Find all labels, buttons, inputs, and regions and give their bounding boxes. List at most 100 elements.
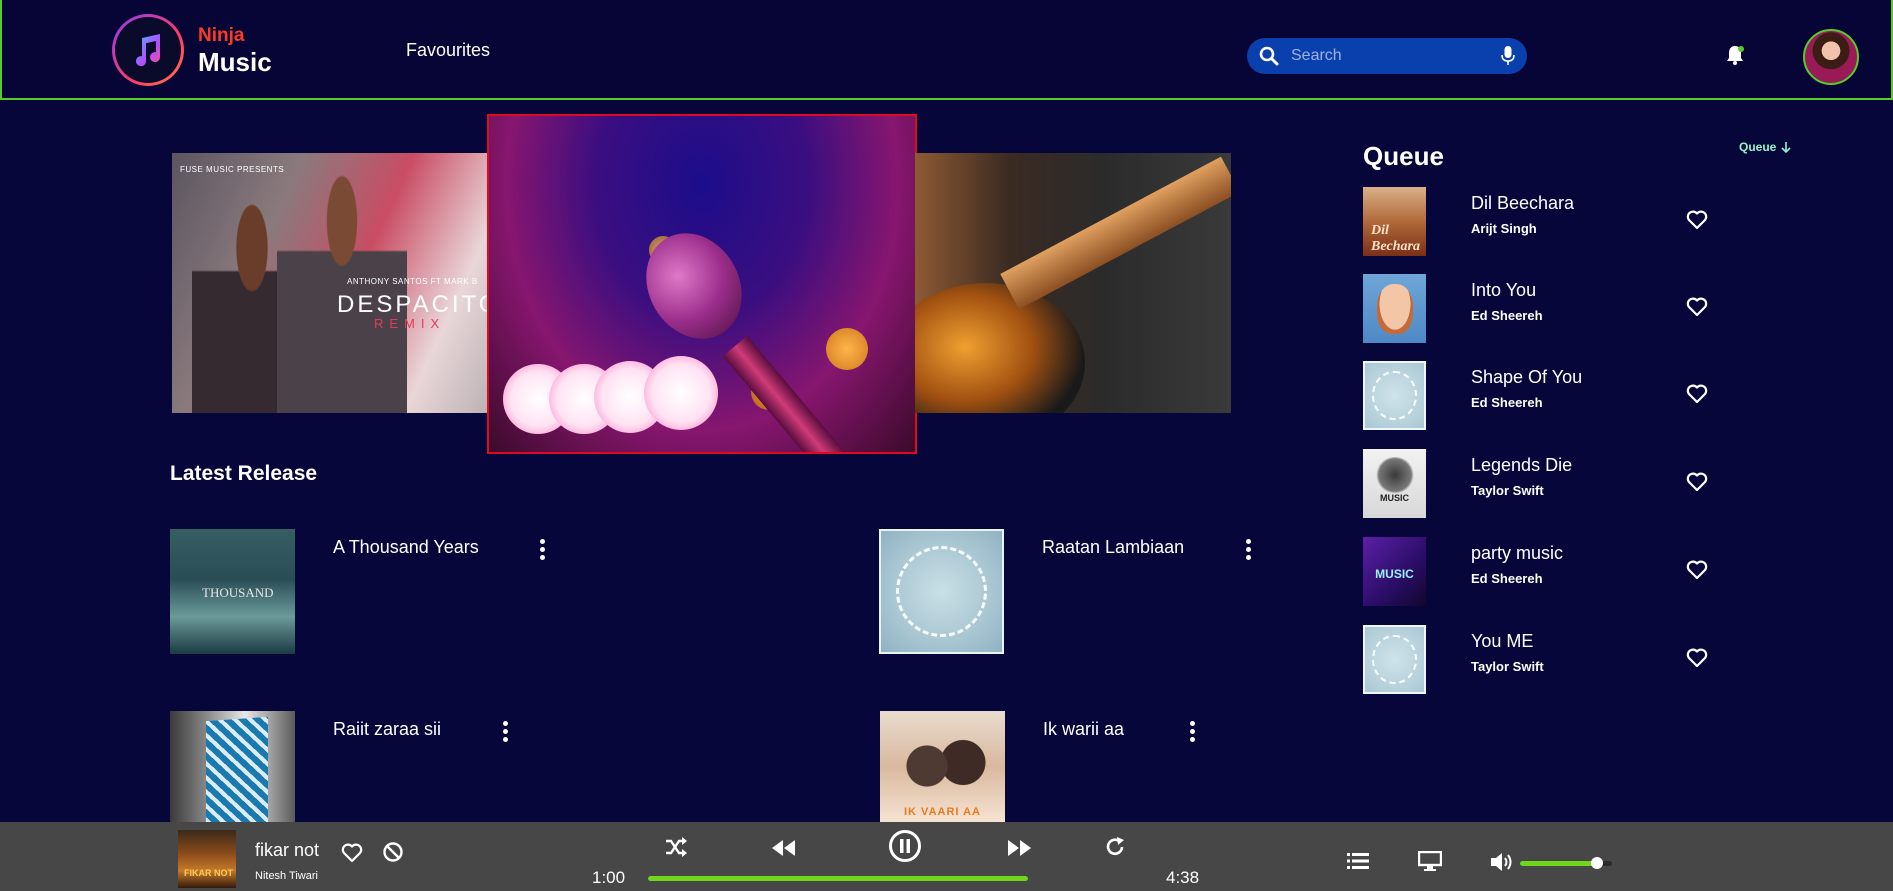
queue-item-title: You ME bbox=[1471, 631, 1534, 651]
queue-cover bbox=[1363, 361, 1426, 430]
slide-title-text: DESPACITO bbox=[337, 291, 492, 318]
queue-item-artist: Ed Sheereh bbox=[1471, 308, 1543, 323]
progress-fill bbox=[648, 876, 1028, 881]
slide-artists-text: ANTHONY SANTOS FT MARK B bbox=[347, 277, 478, 286]
search-input[interactable] bbox=[1291, 47, 1501, 65]
time-total: 4:38 bbox=[1166, 868, 1200, 887]
carousel-slide-despacito[interactable]: FUSE MUSIC PRESENTS ANTHONY SANTOS FT MA… bbox=[172, 153, 492, 413]
time-current: 1:00 bbox=[592, 868, 626, 887]
queue-item-title: Dil Beechara bbox=[1471, 193, 1575, 213]
kebab-menu-icon[interactable] bbox=[1243, 539, 1253, 563]
kebab-menu-icon[interactable] bbox=[500, 721, 510, 745]
guitar-image bbox=[915, 283, 1085, 413]
kebab-menu-icon[interactable] bbox=[1187, 721, 1197, 745]
track-title: A Thousand Years bbox=[333, 537, 479, 557]
search-bar bbox=[1247, 38, 1527, 74]
queue-item-title: Shape Of You bbox=[1471, 367, 1583, 387]
track-title: Ik warii aa bbox=[1043, 719, 1125, 739]
user-avatar[interactable] bbox=[1803, 29, 1859, 85]
heart-icon[interactable] bbox=[1685, 645, 1709, 669]
heart-icon[interactable] bbox=[1685, 557, 1709, 581]
now-playing-artist: Nitesh Tiwari bbox=[255, 870, 318, 882]
queue-item[interactable]: MUSIC party music Ed Sheereh bbox=[1363, 537, 1723, 607]
microphone-icon[interactable] bbox=[1501, 46, 1515, 66]
volume-knob[interactable] bbox=[1591, 857, 1604, 869]
queue-cover: MUSIC bbox=[1363, 449, 1426, 518]
queue-item-title: party music bbox=[1471, 543, 1564, 563]
track-item[interactable]: Raatan Lambiaan bbox=[879, 529, 1279, 659]
queue-item-artist: Ed Sheereh bbox=[1471, 395, 1543, 410]
heart-icon[interactable] bbox=[340, 840, 364, 864]
queue-item-artist: Taylor Swift bbox=[1471, 483, 1544, 498]
queue-item[interactable]: MUSIC Legends Die Taylor Swift bbox=[1363, 449, 1723, 519]
queue-item[interactable]: Shape Of You Ed Sheereh bbox=[1363, 361, 1723, 431]
guitar-image bbox=[1000, 156, 1231, 310]
queue-item-artist: Taylor Swift bbox=[1471, 659, 1544, 674]
queue-item-artist: Arijt Singh bbox=[1471, 221, 1537, 236]
slide-subtitle-text: REMIX bbox=[374, 316, 446, 331]
list-icon[interactable] bbox=[1347, 852, 1369, 870]
arrow-down-icon bbox=[1781, 142, 1791, 153]
now-playing-title: fikar not bbox=[255, 840, 320, 860]
now-playing-cover: FIKAR NOT bbox=[178, 830, 236, 888]
block-icon[interactable] bbox=[382, 841, 404, 863]
bokeh-light bbox=[826, 328, 868, 370]
track-cover: IK VAARI AA bbox=[880, 711, 1005, 822]
heart-icon[interactable] bbox=[1685, 469, 1709, 493]
queue-cover: MUSIC bbox=[1363, 537, 1426, 606]
queue-item[interactable]: You ME Taylor Swift bbox=[1363, 625, 1723, 695]
brand-top-text: Ninja bbox=[198, 24, 245, 46]
heart-icon[interactable] bbox=[1685, 207, 1709, 231]
track-cover bbox=[170, 711, 295, 822]
queue-cover: Dil Bechara bbox=[1363, 187, 1426, 256]
queue-heading: Queue bbox=[1363, 141, 1444, 171]
pause-icon[interactable] bbox=[888, 829, 922, 863]
volume-fill bbox=[1520, 861, 1598, 866]
queue-toggle-button[interactable]: Queue bbox=[1739, 140, 1792, 154]
cover-text: Dil Bechara bbox=[1371, 223, 1420, 254]
player-bar: FIKAR NOT fikar not Nitesh Tiwari 1:00 4… bbox=[0, 822, 1893, 891]
brand-bottom-text: Music bbox=[198, 46, 272, 77]
cover-text: MUSIC bbox=[1375, 567, 1414, 581]
queue-item[interactable]: Into You Ed Sheereh bbox=[1363, 274, 1723, 344]
track-item[interactable]: THOUSAND A Thousand Years bbox=[170, 529, 570, 659]
nav-favourites-link[interactable]: Favourites bbox=[406, 40, 490, 61]
heart-icon[interactable] bbox=[1685, 294, 1709, 318]
progress-bar[interactable] bbox=[648, 876, 1028, 881]
queue-item-title: Into You bbox=[1471, 280, 1537, 300]
track-cover bbox=[879, 529, 1004, 654]
app-logo[interactable]: Ninja Music bbox=[112, 14, 272, 86]
track-item[interactable]: IK VAARI AA Ik warii aa bbox=[880, 711, 1280, 822]
fast-forward-icon[interactable] bbox=[1006, 838, 1032, 858]
queue-item[interactable]: Dil Bechara Dil Beechara Arijt Singh bbox=[1363, 187, 1723, 257]
bell-icon bbox=[1727, 46, 1744, 65]
volume-icon[interactable] bbox=[1490, 852, 1514, 872]
queue-cover bbox=[1363, 274, 1426, 343]
track-title: Raatan Lambiaan bbox=[1042, 537, 1185, 557]
notification-button[interactable] bbox=[1724, 44, 1746, 71]
logo-badge bbox=[112, 14, 184, 86]
cover-text: MUSIC bbox=[1380, 493, 1409, 503]
queue-cover bbox=[1363, 625, 1426, 694]
microphone-image bbox=[627, 215, 761, 357]
cover-text: THOUSAND bbox=[202, 585, 274, 600]
rewind-icon[interactable] bbox=[771, 838, 797, 858]
latest-release-heading: Latest Release bbox=[170, 462, 318, 485]
bokeh-light bbox=[644, 356, 718, 430]
track-cover: THOUSAND bbox=[170, 529, 295, 654]
cover-text: FIKAR NOT bbox=[184, 868, 233, 878]
volume-slider[interactable] bbox=[1520, 857, 1612, 869]
music-note-icon bbox=[136, 34, 161, 67]
top-header: Ninja Music Favourites bbox=[0, 0, 1893, 100]
repeat-icon[interactable] bbox=[1104, 836, 1126, 858]
shuffle-icon[interactable] bbox=[664, 836, 688, 858]
queue-item-artist: Ed Sheereh bbox=[1471, 571, 1543, 586]
search-icon[interactable] bbox=[1259, 46, 1279, 66]
track-item[interactable]: Raiit zaraa sii bbox=[170, 711, 570, 822]
monitor-icon[interactable] bbox=[1418, 851, 1442, 871]
kebab-menu-icon[interactable] bbox=[537, 539, 547, 563]
heart-icon[interactable] bbox=[1685, 381, 1709, 405]
carousel-slide-guitar[interactable] bbox=[915, 153, 1231, 413]
track-title: Raiit zaraa sii bbox=[333, 719, 442, 739]
carousel-slide-microphone[interactable] bbox=[487, 114, 917, 454]
